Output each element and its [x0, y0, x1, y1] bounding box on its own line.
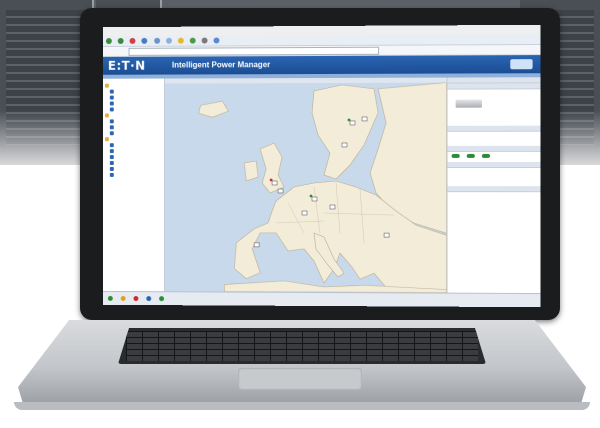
- outlet-status-icon: [481, 153, 490, 158]
- europe-map[interactable]: [165, 82, 447, 293]
- device-summary: [448, 89, 541, 125]
- tree-node-icon: [109, 155, 114, 160]
- history-icon[interactable]: [189, 37, 196, 44]
- tree-node-icon: [109, 172, 114, 177]
- laptop-trackpad: [238, 368, 362, 390]
- status-unknown[interactable]: [146, 292, 153, 306]
- tree-node-icon: [109, 149, 114, 154]
- events-section: [448, 192, 541, 206]
- unknown-icon: [146, 296, 152, 302]
- event-icon: [158, 296, 164, 302]
- status-section: [448, 132, 541, 146]
- search-icon[interactable]: [165, 37, 172, 44]
- tree-node-icon: [109, 101, 114, 106]
- status-bar: [102, 290, 541, 308]
- forward-icon[interactable]: [117, 37, 124, 44]
- stop-icon[interactable]: [129, 37, 136, 44]
- status-normal[interactable]: [107, 292, 115, 306]
- laptop-keyboard: [118, 328, 486, 364]
- back-icon[interactable]: [105, 38, 112, 45]
- tree-node-icon: [109, 143, 114, 148]
- tree-item[interactable]: [103, 172, 164, 178]
- folder-icon: [104, 137, 109, 142]
- app-title: Intelligent Power Manager: [171, 60, 271, 70]
- status-last-event: [158, 292, 166, 306]
- status-warning[interactable]: [120, 292, 128, 306]
- europe-map-panel: [165, 77, 447, 293]
- folder-icon: [104, 83, 109, 88]
- navigation-tree: [102, 78, 166, 292]
- mail-icon[interactable]: [201, 37, 208, 44]
- tree-node-icon: [109, 131, 114, 136]
- tree-node-icon: [109, 95, 114, 100]
- tree-node-icon: [109, 119, 114, 124]
- eaton-logo: E:T·N: [107, 58, 146, 73]
- warning-icon: [120, 295, 126, 301]
- refresh-icon[interactable]: [141, 37, 148, 44]
- star-icon[interactable]: [177, 37, 184, 44]
- banner-graphic: [510, 59, 533, 70]
- address-input[interactable]: [128, 46, 380, 56]
- ups-device-icon: [455, 99, 482, 108]
- status-critical[interactable]: [133, 292, 140, 306]
- tree-node-icon: [109, 107, 114, 112]
- critical-icon: [133, 296, 139, 302]
- print-icon[interactable]: [213, 37, 220, 44]
- outlet-status-icon: [451, 153, 460, 158]
- tree-node-icon: [109, 89, 114, 94]
- device-info-panel: [446, 77, 541, 294]
- tree-node-icon: [109, 166, 114, 171]
- outlets-row: [448, 152, 541, 162]
- measures-section: [448, 168, 541, 186]
- tree-node-icon: [109, 161, 114, 166]
- folder-icon: [104, 113, 109, 118]
- app-banner: E:T·N Intelligent Power Manager: [102, 55, 541, 75]
- outlet-status-icon: [466, 153, 475, 158]
- tree-node-icon: [109, 125, 114, 130]
- ok-icon: [107, 295, 113, 301]
- laptop-screen: E:T·N Intelligent Power Manager: [102, 24, 541, 308]
- home-icon[interactable]: [153, 37, 160, 44]
